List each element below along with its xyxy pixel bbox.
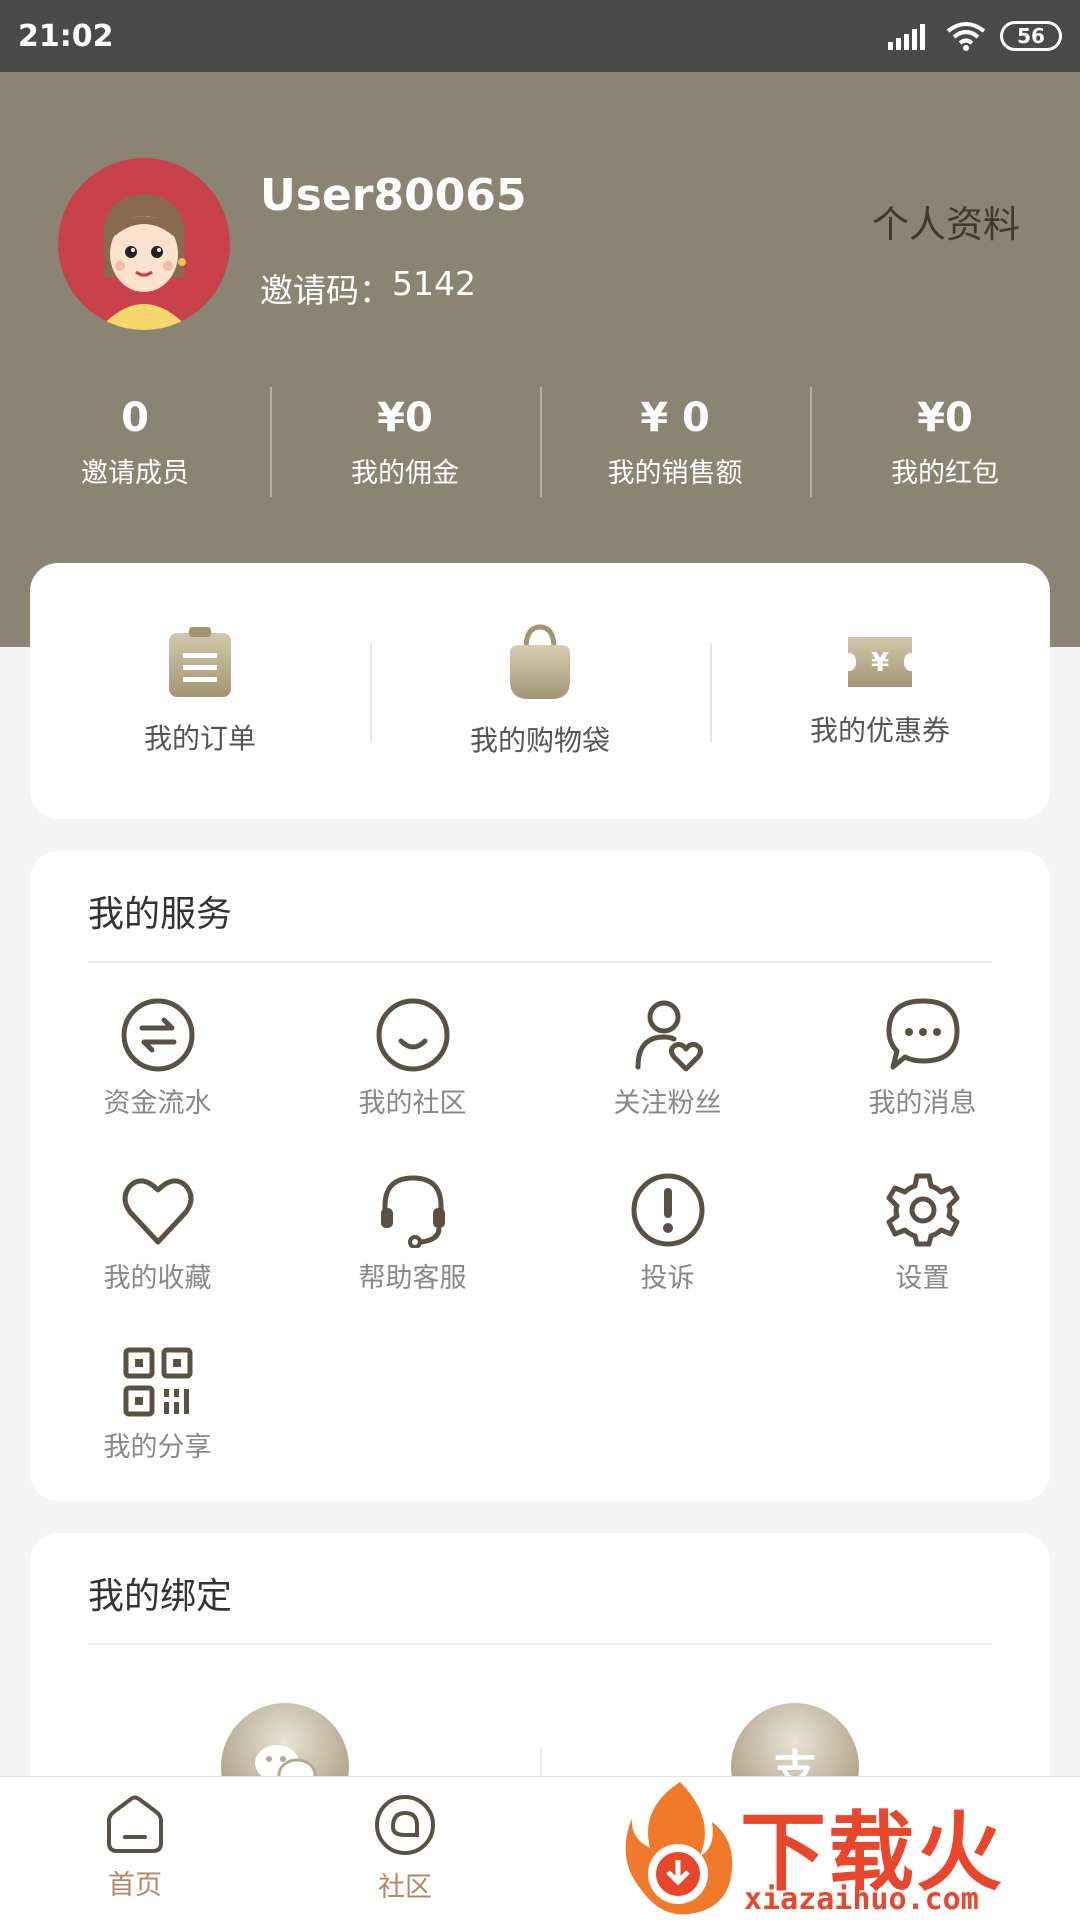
profile-details-link[interactable]: 个人资料 [872,194,1020,248]
service-fund-flow[interactable]: 资金流水 [30,991,285,1166]
community-icon [375,1795,435,1855]
stat-value: ¥0 [917,394,973,441]
quick-action-label: 我的订单 [143,722,256,755]
transfer-icon [121,998,194,1072]
status-time: 21:02 [18,18,114,54]
avatar[interactable] [58,158,230,330]
stat-label: 我的销售额 [607,457,743,489]
alert-icon [631,1173,704,1247]
invite-code-line: 邀请码： 5142 [260,264,476,312]
heart-icon [122,1178,193,1245]
nav-label: 社区 [378,1872,432,1903]
home-icon [107,1795,163,1853]
service-label: 我的社区 [358,1088,467,1119]
stat-value: ¥ 0 [640,394,710,441]
stat-value: ¥0 [377,394,433,441]
gear-icon [886,1173,959,1247]
service-favorites[interactable]: 我的收藏 [30,1166,285,1341]
service-my-messages[interactable]: 我的消息 [795,991,1050,1166]
service-complaint[interactable]: 投诉 [540,1166,795,1341]
service-label: 关注粉丝 [613,1088,722,1119]
service-label: 我的收藏 [103,1263,212,1294]
service-label: 资金流水 [103,1088,212,1119]
divider [88,1643,992,1645]
status-bar: 21:02 56 [0,0,1080,72]
headset-icon [380,1175,445,1248]
stat-label: 我的佣金 [351,457,459,489]
service-label: 我的消息 [868,1088,977,1119]
coupon-icon: ¥ [848,637,912,687]
wifi-icon [946,22,986,51]
signal-icon [888,24,925,50]
chat-bubble-icon [886,998,959,1070]
svg-text:¥: ¥ [871,648,889,678]
nav-home[interactable]: 首页 [0,1777,270,1920]
my-orders-button[interactable]: 我的订单 [30,563,370,819]
stat-red-packet[interactable]: ¥0 我的红包 [810,377,1080,507]
nav-community[interactable]: 社区 [270,1777,540,1920]
divider [88,961,992,963]
service-customer-support[interactable]: 帮助客服 [285,1166,540,1341]
quick-action-label: 我的购物袋 [469,724,610,757]
stats-row: 0 邀请成员 ¥0 我的佣金 ¥ 0 我的销售额 ¥0 我的红包 [0,377,1080,507]
nav-label: 首页 [108,1870,162,1901]
stat-label: 我的红包 [891,457,999,489]
shopping-bag-icon [510,624,570,699]
service-followers[interactable]: 关注粉丝 [540,991,795,1166]
my-shopping-bag-button[interactable]: 我的购物袋 [370,563,710,819]
service-label: 我的分享 [103,1432,212,1463]
watermark-logo: 下载火 xiazaihuo.com [620,1778,1070,1920]
flame-logo-icon [625,1782,733,1915]
avatar-illustration [98,194,190,330]
services-title: 我的服务 [88,894,233,935]
qr-code-icon [123,1347,192,1417]
quick-action-label: 我的优惠券 [809,714,950,747]
username: User80065 [260,170,527,221]
stat-invited-members[interactable]: 0 邀请成员 [0,377,270,507]
bindings-title: 我的绑定 [88,1576,233,1617]
stat-commission[interactable]: ¥0 我的佣金 [270,377,540,507]
smile-icon [376,998,449,1072]
invite-code-label: 邀请码： [260,271,392,310]
clipboard-icon [169,627,231,697]
profile-header: User80065 邀请码： 5142 个人资料 0 邀请成员 ¥0 我的佣金 … [0,72,1080,647]
service-label: 投诉 [640,1263,695,1294]
invite-code-value: 5142 [392,264,476,303]
service-label: 设置 [895,1263,950,1294]
stat-label: 邀请成员 [81,457,189,489]
my-coupons-button[interactable]: ¥ 我的优惠券 [710,563,1050,819]
service-my-community[interactable]: 我的社区 [285,991,540,1166]
services-grid: 资金流水 我的社区 关注粉丝 我的消息 我的收藏 帮助客服 投诉 设置 我的分享 [30,991,1050,1516]
stat-sales[interactable]: ¥ 0 我的销售额 [540,377,810,507]
stat-value: 0 [121,394,149,441]
battery-indicator: 56 [1000,21,1062,51]
status-icons: 56 [888,21,1062,51]
service-settings[interactable]: 设置 [795,1166,1050,1341]
watermark-url: xiazaihuo.com [744,1882,979,1917]
service-label: 帮助客服 [358,1263,467,1294]
service-my-share[interactable]: 我的分享 [30,1341,285,1516]
quick-actions-card: 我的订单 我的购物袋 ¥ 我的优惠券 [30,563,1050,819]
user-heart-icon [635,1000,703,1072]
services-card: 我的服务 资金流水 我的社区 关注粉丝 我的消息 我的收藏 帮助客服 投诉 设置… [30,851,1050,1501]
